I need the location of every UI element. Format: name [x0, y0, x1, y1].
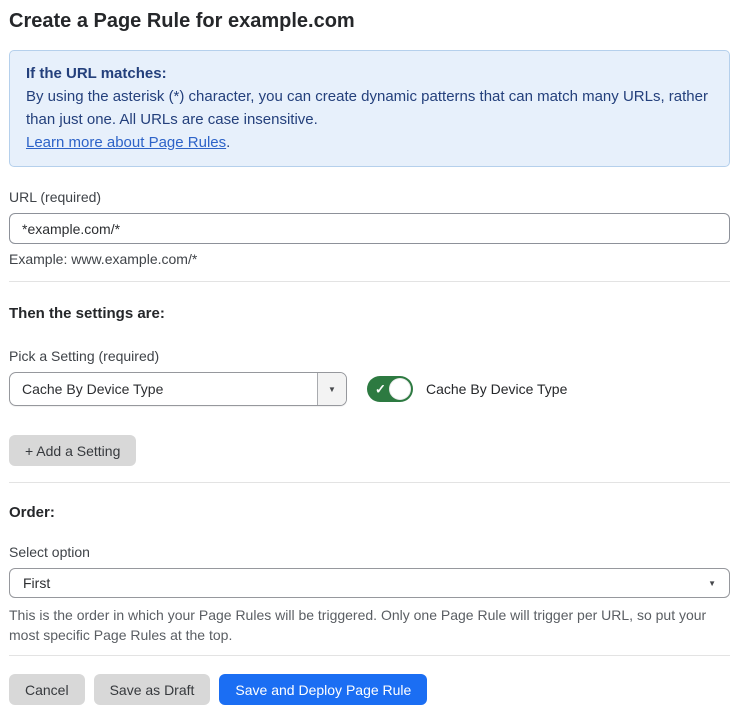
cache-by-device-toggle[interactable]: ✓ [367, 376, 413, 402]
url-example-helper: Example: www.example.com/* [9, 251, 730, 268]
order-select-value: First [23, 575, 708, 591]
setting-select-value: Cache By Device Type [10, 373, 317, 405]
order-select[interactable]: First ▼ [9, 568, 730, 598]
pick-setting-label: Pick a Setting (required) [9, 348, 730, 365]
save-as-draft-button[interactable]: Save as Draft [94, 674, 211, 705]
link-period: . [226, 134, 230, 151]
check-icon: ✓ [375, 383, 386, 396]
divider [9, 482, 730, 483]
learn-more-link[interactable]: Learn more about Page Rules [26, 134, 226, 151]
info-box-link-row: Learn more about Page Rules. [26, 131, 713, 154]
info-box-heading: If the URL matches: [26, 62, 713, 85]
footer-actions: Cancel Save as Draft Save and Deploy Pag… [9, 674, 730, 705]
cancel-button[interactable]: Cancel [9, 674, 85, 705]
order-section-heading: Order: [9, 504, 730, 522]
setting-select[interactable]: Cache By Device Type ▼ [9, 372, 347, 406]
page-rule-form: Create a Page Rule for example.com If th… [0, 0, 750, 725]
setting-row: Cache By Device Type ▼ ✓ Cache By Device… [9, 372, 730, 406]
order-helper-text: This is the order in which your Page Rul… [9, 605, 725, 645]
order-select-label: Select option [9, 544, 730, 561]
chevron-down-icon[interactable]: ▼ [317, 373, 346, 405]
url-match-info-box: If the URL matches: By using the asteris… [9, 50, 730, 167]
chevron-down-icon: ▼ [708, 579, 716, 588]
settings-section-heading: Then the settings are: [9, 305, 730, 323]
toggle-knob [389, 378, 411, 400]
add-setting-button[interactable]: + Add a Setting [9, 435, 136, 466]
toggle-label: Cache By Device Type [426, 381, 567, 397]
url-field-label: URL (required) [9, 189, 730, 206]
divider [9, 281, 730, 282]
page-title: Create a Page Rule for example.com [9, 9, 730, 33]
url-input[interactable] [9, 213, 730, 244]
save-and-deploy-button[interactable]: Save and Deploy Page Rule [219, 674, 427, 705]
divider [9, 655, 730, 656]
info-box-body: By using the asterisk (*) character, you… [26, 85, 713, 131]
